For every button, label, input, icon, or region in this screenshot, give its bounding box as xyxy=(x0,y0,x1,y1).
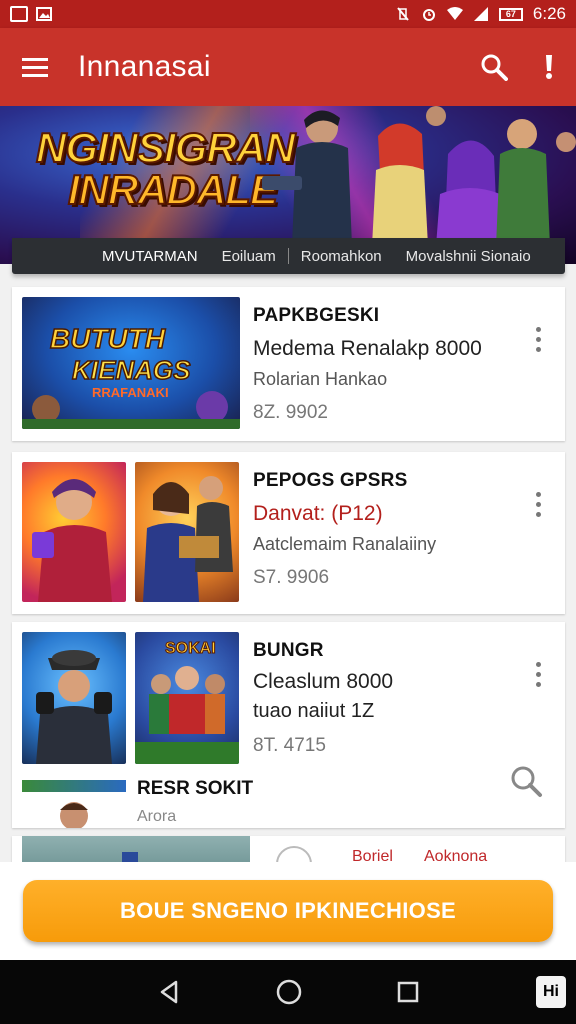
item-title: PEPOGS GPSRS xyxy=(253,470,408,491)
item-price: S7. 9906 xyxy=(253,567,330,588)
primary-action-button[interactable]: BOUE SNGENO IPKINECHIOSE xyxy=(23,880,553,942)
search-icon[interactable] xyxy=(509,764,543,798)
hamburger-menu-icon[interactable] xyxy=(22,57,48,77)
back-triangle-icon[interactable] xyxy=(156,979,182,1005)
game-thumbnail: SOKAI xyxy=(135,632,239,764)
category-tabs: MVUTARMAN Eoiluam Roomahkon Movalshnii S… xyxy=(12,238,565,274)
vibrate-icon xyxy=(397,7,409,21)
game-thumbnail: BUTUTH KIENAGS RRAFANAKI xyxy=(22,297,240,429)
partial-row-subtitle: Arora xyxy=(137,808,177,825)
game-thumbnail xyxy=(22,462,126,602)
cta-container: BOUE SNGENO IPKINECHIOSE xyxy=(0,862,576,960)
item-title: PAPKBGESKI xyxy=(253,305,380,326)
screen: { "status_bar": { "time": "6:26", "icons… xyxy=(0,0,576,1024)
system-nav-bar: Hi xyxy=(0,960,576,1024)
hero-logo-line1: NGINSIGRAN xyxy=(35,123,296,172)
keyboard-hint-icon[interactable]: Hi xyxy=(536,976,566,1008)
more-options-icon[interactable] xyxy=(533,492,543,517)
hero-logo-line2: INRADALE xyxy=(67,165,279,214)
list-item[interactable]: SOKAI BUNGR Cleaslum 8000 tuao naiiut 1Z… xyxy=(12,622,565,828)
more-options-icon[interactable] xyxy=(533,327,543,352)
status-bar: 67 6:26 xyxy=(0,0,576,28)
item-meta: tuao naiiut 1Z xyxy=(253,700,375,722)
item-title: BUNGR xyxy=(253,640,324,661)
tab-2[interactable]: Roomahkon xyxy=(289,248,394,265)
item-price: 8Z. 9902 xyxy=(253,402,328,423)
item-meta: Rolarian Hankao xyxy=(253,369,388,389)
item-subtitle: Danvat: (P12) xyxy=(253,502,383,525)
item-price: 8T. 4715 xyxy=(253,735,326,756)
image-notification-icon xyxy=(36,7,52,21)
tab-1[interactable]: Eoiluam xyxy=(210,248,288,265)
home-circle-icon[interactable] xyxy=(275,978,303,1006)
list-item[interactable]: PEPOGS GPSRS Danvat: (P12) Aatclemaim Ra… xyxy=(12,452,565,614)
wifi-icon xyxy=(446,7,463,20)
search-icon[interactable] xyxy=(480,53,508,81)
hero-characters-illustration xyxy=(262,106,576,246)
game-thumbnail xyxy=(22,632,126,764)
clock: 6:26 xyxy=(532,4,566,23)
tab-3[interactable]: Movalshnii Sionaio xyxy=(394,248,543,265)
tab-0[interactable]: MVUTARMAN xyxy=(90,248,210,265)
signal-icon xyxy=(473,7,488,21)
item-meta: Aatclemaim Ranalaiiny xyxy=(253,534,437,554)
recents-square-icon[interactable] xyxy=(396,980,420,1004)
partial-row-title: RESR SOKIT xyxy=(137,778,254,799)
item-subtitle: Cleaslum 8000 xyxy=(253,670,394,693)
battery-icon: 67 xyxy=(498,7,523,21)
more-options-icon[interactable] xyxy=(533,662,543,687)
partial-thumbnail xyxy=(22,780,126,828)
exclamation-icon[interactable] xyxy=(544,54,554,80)
list-item[interactable]: BUTUTH KIENAGS RRAFANAKI PAPKBGESKI Mede… xyxy=(12,287,565,441)
app-title: Innanasai xyxy=(78,50,211,83)
app-bar: Innanasai xyxy=(0,28,576,106)
item-subtitle: Medema Renalakp 8000 xyxy=(253,337,482,360)
notification-icon xyxy=(10,6,28,22)
alarm-icon xyxy=(422,9,435,21)
game-thumbnail xyxy=(135,462,239,602)
